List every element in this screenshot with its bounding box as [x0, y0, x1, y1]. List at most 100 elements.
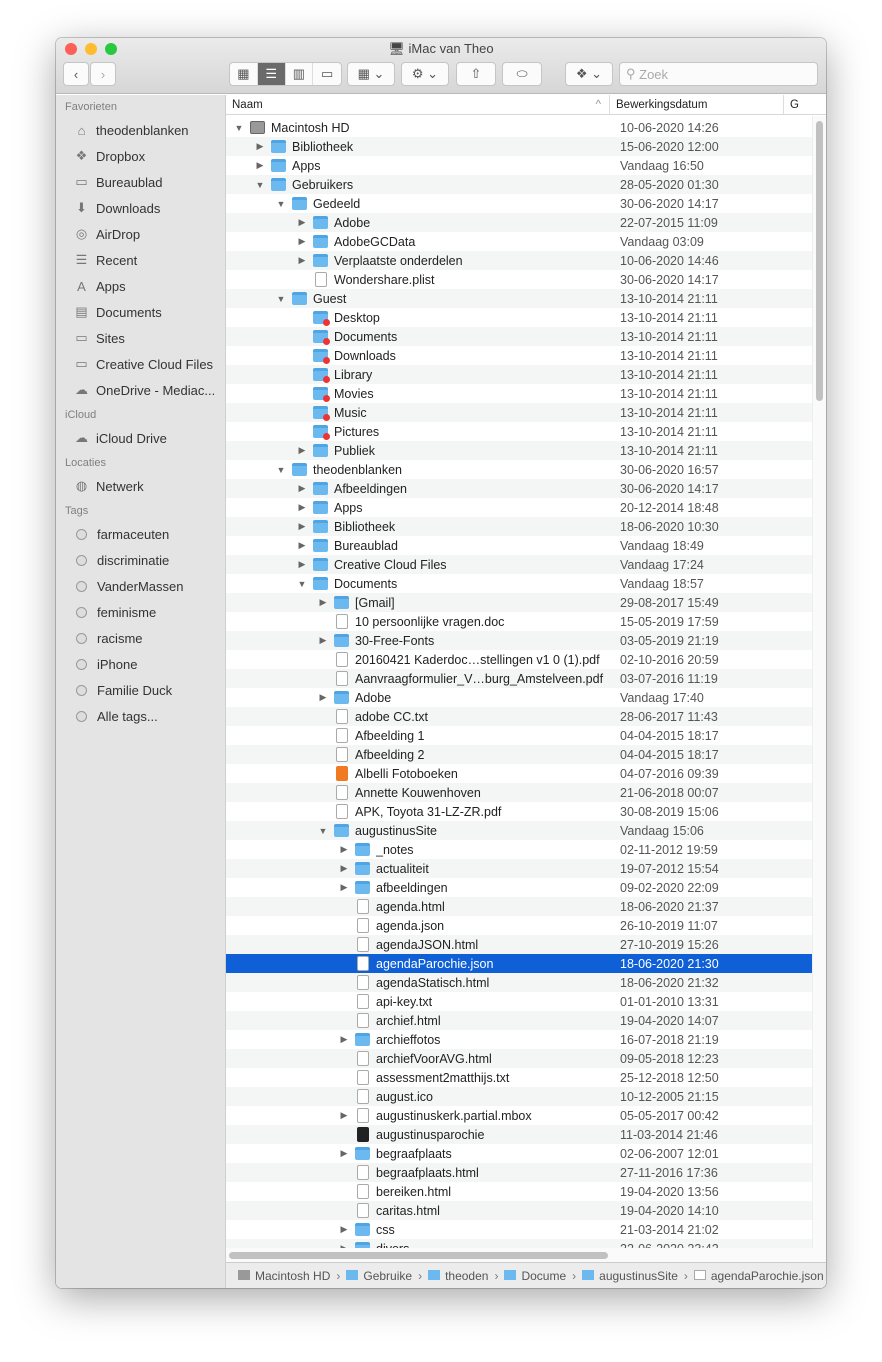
disclosure-triangle-icon[interactable]: ▶	[296, 217, 308, 228]
file-row[interactable]: ▶ afbeeldingen 09-02-2020 22:09	[226, 878, 812, 897]
sidebar-item[interactable]: ☰ Recent	[56, 247, 225, 273]
disclosure-triangle-icon[interactable]: ▶	[317, 597, 329, 608]
file-row[interactable]: augustinusparochie 11-03-2014 21:46	[226, 1125, 812, 1144]
disclosure-triangle-icon[interactable]: ▶	[317, 692, 329, 703]
file-row[interactable]: assessment2matthijs.txt 25-12-2018 12:50	[226, 1068, 812, 1087]
gallery-view-icon[interactable]: ▭	[313, 63, 341, 85]
file-row[interactable]: ▼ theodenblanken 30-06-2020 16:57	[226, 460, 812, 479]
view-switcher[interactable]: ▦ ☰ ▥ ▭	[229, 62, 342, 86]
file-row[interactable]: Library 13-10-2014 21:11	[226, 365, 812, 384]
file-row[interactable]: agendaStatisch.html 18-06-2020 21:32	[226, 973, 812, 992]
disclosure-triangle-icon[interactable]: ▶	[296, 540, 308, 551]
file-row[interactable]: ▶ Afbeeldingen 30-06-2020 14:17	[226, 479, 812, 498]
sidebar-item[interactable]: ▭ Sites	[56, 325, 225, 351]
sidebar-item[interactable]: ❖ Dropbox	[56, 143, 225, 169]
disclosure-triangle-icon[interactable]: ▶	[296, 521, 308, 532]
sidebar-tag[interactable]: racisme	[56, 625, 225, 651]
back-button[interactable]: ‹	[63, 62, 89, 86]
disclosure-triangle-icon[interactable]: ▶	[338, 1224, 350, 1235]
file-row[interactable]: ▶ augustinuskerk.partial.mbox 05-05-2017 0…	[226, 1106, 812, 1125]
path-item[interactable]: Docume	[504, 1269, 566, 1283]
sidebar-item[interactable]: ◎ AirDrop	[56, 221, 225, 247]
file-row[interactable]: Music 13-10-2014 21:11	[226, 403, 812, 422]
path-item[interactable]: theoden	[428, 1269, 488, 1283]
file-row[interactable]: ▶ Apps 20-12-2014 18:48	[226, 498, 812, 517]
file-row[interactable]: ▶ css 21-03-2014 21:02	[226, 1220, 812, 1239]
file-row[interactable]: ▶ [Gmail] 29-08-2017 15:49	[226, 593, 812, 612]
file-row[interactable]: 20160421 Kaderdoc…stellingen v1 0 (1).pd…	[226, 650, 812, 669]
disclosure-triangle-icon[interactable]: ▶	[296, 255, 308, 266]
group-button[interactable]: ▦ ⌄	[347, 62, 395, 86]
sidebar-tag[interactable]: Familie Duck	[56, 677, 225, 703]
disclosure-triangle-icon[interactable]: ▶	[296, 559, 308, 570]
sidebar-item[interactable]: ☁ iCloud Drive	[56, 425, 225, 451]
file-row[interactable]: agendaJSON.html 27-10-2019 15:26	[226, 935, 812, 954]
dropbox-button[interactable]: ❖ ⌄	[565, 62, 613, 86]
sidebar-tag[interactable]: VanderMassen	[56, 573, 225, 599]
sidebar-item[interactable]: ◍ Netwerk	[56, 473, 225, 499]
disclosure-triangle-icon[interactable]: ▼	[254, 180, 266, 190]
file-row[interactable]: ▼ Macintosh HD 10-06-2020 14:26	[226, 118, 812, 137]
list-view-icon[interactable]: ☰	[257, 63, 286, 85]
file-row[interactable]: ▶ Creative Cloud Files Vandaag 17:24	[226, 555, 812, 574]
file-row[interactable]: agenda.html 18-06-2020 21:37	[226, 897, 812, 916]
file-row[interactable]: Albelli Fotoboeken 04-07-2016 09:39	[226, 764, 812, 783]
disclosure-triangle-icon[interactable]: ▶	[338, 882, 350, 893]
file-row[interactable]: archiefVoorAVG.html 09-05-2018 12:23	[226, 1049, 812, 1068]
path-item[interactable]: Macintosh HD	[238, 1269, 330, 1283]
path-item[interactable]: agendaParochie.json	[693, 1269, 824, 1283]
disclosure-triangle-icon[interactable]: ▼	[233, 123, 245, 133]
sidebar-item[interactable]: ▭ Creative Cloud Files	[56, 351, 225, 377]
sidebar-tag[interactable]: Alle tags...	[56, 703, 225, 729]
file-row[interactable]: ▼ Guest 13-10-2014 21:11	[226, 289, 812, 308]
sidebar-item[interactable]: ▭ Bureaublad	[56, 169, 225, 195]
file-row[interactable]: ▼ Documents Vandaag 18:57	[226, 574, 812, 593]
file-row[interactable]: caritas.html 19-04-2020 14:10	[226, 1201, 812, 1220]
file-row[interactable]: Aanvraagformulier_V…burg_Amstelveen.pdf 0…	[226, 669, 812, 688]
action-button[interactable]: ⚙ ⌄	[401, 62, 449, 86]
file-row[interactable]: ▶ Bibliotheek 18-06-2020 10:30	[226, 517, 812, 536]
search-field[interactable]: ⚲ Zoek	[619, 62, 818, 86]
file-row[interactable]: ▶ archieffotos 16-07-2018 21:19	[226, 1030, 812, 1049]
file-row[interactable]: Downloads 13-10-2014 21:11	[226, 346, 812, 365]
file-row[interactable]: agendaParochie.json 18-06-2020 21:30	[226, 954, 812, 973]
disclosure-triangle-icon[interactable]: ▶	[338, 844, 350, 855]
file-row[interactable]: ▶ Publiek 13-10-2014 21:11	[226, 441, 812, 460]
file-row[interactable]: ▼ Gebruikers 28-05-2020 01:30	[226, 175, 812, 194]
column-header-name[interactable]: Naam ^	[226, 95, 610, 114]
file-row[interactable]: Afbeelding 1 04-04-2015 18:17	[226, 726, 812, 745]
forward-button[interactable]: ›	[90, 62, 116, 86]
disclosure-triangle-icon[interactable]: ▼	[275, 199, 287, 209]
vertical-scrollbar[interactable]	[812, 116, 826, 1248]
file-row[interactable]: Wondershare.plist 30-06-2020 14:17	[226, 270, 812, 289]
sidebar-item[interactable]: ⬇ Downloads	[56, 195, 225, 221]
path-item[interactable]: augustinusSite	[582, 1269, 678, 1283]
sidebar-tag[interactable]: feminisme	[56, 599, 225, 625]
file-row[interactable]: ▼ augustinusSite Vandaag 15:06	[226, 821, 812, 840]
file-row[interactable]: APK, Toyota 31-LZ-ZR.pdf 30-08-2019 15:06	[226, 802, 812, 821]
disclosure-triangle-icon[interactable]: ▼	[296, 579, 308, 589]
file-row[interactable]: ▶divers22-06-2020 23:42	[226, 1239, 812, 1248]
file-row[interactable]: ▶ AdobeGCData Vandaag 03:09	[226, 232, 812, 251]
disclosure-triangle-icon[interactable]: ▼	[317, 826, 329, 836]
file-row[interactable]: adobe CC.txt 28-06-2017 11:43	[226, 707, 812, 726]
file-row[interactable]: ▶ Verplaatste onderdelen 10-06-2020 14:46	[226, 251, 812, 270]
disclosure-triangle-icon[interactable]: ▶	[254, 141, 266, 152]
file-row[interactable]: ▶ Adobe Vandaag 17:40	[226, 688, 812, 707]
disclosure-triangle-icon[interactable]: ▶	[296, 236, 308, 247]
disclosure-triangle-icon[interactable]: ▶	[338, 1034, 350, 1045]
disclosure-triangle-icon[interactable]: ▶	[296, 445, 308, 456]
file-row[interactable]: Desktop 13-10-2014 21:11	[226, 308, 812, 327]
disclosure-triangle-icon[interactable]: ▼	[275, 465, 287, 475]
file-row[interactable]: Afbeelding 2 04-04-2015 18:17	[226, 745, 812, 764]
sidebar-item[interactable]: ▤ Documents	[56, 299, 225, 325]
file-row[interactable]: ▶ Apps Vandaag 16:50	[226, 156, 812, 175]
sidebar-item[interactable]: A Apps	[56, 273, 225, 299]
column-view-icon[interactable]: ▥	[286, 63, 314, 85]
sidebar-tag[interactable]: farmaceuten	[56, 521, 225, 547]
disclosure-triangle-icon[interactable]: ▶	[338, 1148, 350, 1159]
file-row[interactable]: begraafplaats.html 27-11-2016 17:36	[226, 1163, 812, 1182]
file-row[interactable]: Movies 13-10-2014 21:11	[226, 384, 812, 403]
file-row[interactable]: ▶ Bureaublad Vandaag 18:49	[226, 536, 812, 555]
file-row[interactable]: ▶ _notes 02-11-2012 19:59	[226, 840, 812, 859]
